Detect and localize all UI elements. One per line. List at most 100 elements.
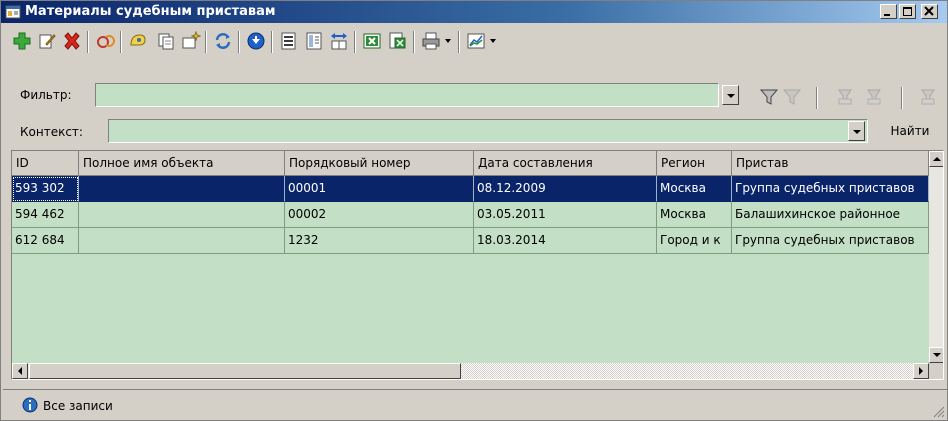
column-header-bailiff[interactable]: Пристав xyxy=(732,151,929,176)
column-header-number[interactable]: Порядковый номер xyxy=(285,151,474,176)
print-dropdown-icon[interactable] xyxy=(445,39,451,43)
close-button[interactable] xyxy=(921,4,938,19)
filter-add-icon xyxy=(838,89,852,105)
chart-dropdown-icon[interactable] xyxy=(490,39,496,43)
filter-button[interactable] xyxy=(759,87,779,107)
find-button[interactable]: Найти xyxy=(877,120,943,142)
cell-number: 1232 xyxy=(285,228,474,254)
chevron-down-icon xyxy=(933,353,941,357)
filter-edit-icon xyxy=(782,89,802,105)
scroll-down-button[interactable] xyxy=(929,347,943,363)
scroll-up-button[interactable] xyxy=(929,151,943,167)
scroll-right-button[interactable] xyxy=(913,363,929,379)
filter-dropdown-button[interactable] xyxy=(722,85,739,105)
cell-full-name xyxy=(79,202,285,228)
table-row[interactable]: 593 302 00001 08.12.2009 Москва Группа с… xyxy=(12,176,929,202)
title-bar[interactable]: Материалы судебным приставам xyxy=(1,1,947,23)
cell-id: 612 684 xyxy=(12,228,79,254)
fit-columns-button[interactable] xyxy=(328,30,350,52)
table-row[interactable]: 594 462 00002 03.05.2011 Москва Балашихи… xyxy=(12,202,929,228)
cell-id: 593 302 xyxy=(12,176,79,202)
scroll-left-button[interactable] xyxy=(12,363,28,379)
filter-add-button[interactable] xyxy=(835,87,855,107)
filter-remove-icon xyxy=(867,89,881,105)
filter-label: Фильтр: xyxy=(20,88,72,102)
list-view-icon xyxy=(281,32,296,50)
fit-columns-icon xyxy=(331,33,347,50)
toolbar xyxy=(3,25,947,77)
cell-bailiff: Группа судебных приставов xyxy=(732,176,929,202)
status-bar: Все записи xyxy=(3,389,947,420)
chevron-down-icon xyxy=(727,94,735,98)
data-grid: ID Полное имя объекта Порядковый номер Д… xyxy=(11,150,944,380)
chevron-left-icon xyxy=(18,367,22,375)
export-button[interactable] xyxy=(386,30,408,52)
table-row[interactable]: 612 684 1232 18.03.2014 Город и к Группа… xyxy=(12,228,929,254)
print-button[interactable] xyxy=(420,30,442,52)
cell-region: Москва xyxy=(657,202,732,228)
filter-remove-button[interactable] xyxy=(864,87,884,107)
properties-button[interactable] xyxy=(127,30,149,52)
copy-button[interactable] xyxy=(155,30,177,52)
cell-full-name xyxy=(79,176,285,202)
context-label: Контекст: xyxy=(20,125,83,139)
column-header-id[interactable]: ID xyxy=(12,151,79,176)
chart-icon xyxy=(467,33,485,49)
filter-separator xyxy=(816,87,818,109)
context-dropdown-button[interactable] xyxy=(848,121,865,141)
excel-button[interactable] xyxy=(361,30,383,52)
grid-body: ID Полное имя объекта Порядковый номер Д… xyxy=(12,151,929,363)
chevron-right-icon xyxy=(919,367,923,375)
filter-edit-button[interactable] xyxy=(782,87,802,107)
chart-button[interactable] xyxy=(465,30,487,52)
excel-icon xyxy=(363,33,381,49)
column-header-date[interactable]: Дата составления xyxy=(474,151,657,176)
list-view-button[interactable] xyxy=(278,30,300,52)
maximize-button[interactable] xyxy=(899,4,916,19)
edit-button[interactable] xyxy=(36,30,58,52)
toolbar-separator xyxy=(120,31,122,53)
cell-number: 00002 xyxy=(285,202,474,228)
filter-clear-button[interactable] xyxy=(918,87,938,107)
link-icon xyxy=(97,35,115,48)
copy-icon xyxy=(158,33,174,50)
cell-region: Москва xyxy=(657,176,732,202)
link-button[interactable] xyxy=(94,30,116,52)
toolbar-separator xyxy=(458,31,460,53)
properties-icon xyxy=(130,34,146,46)
horizontal-scroll-thumb[interactable] xyxy=(29,363,461,379)
delete-icon xyxy=(64,32,80,50)
column-header-region[interactable]: Регион xyxy=(657,151,732,176)
cell-date: 03.05.2011 xyxy=(474,202,657,228)
vertical-scrollbar[interactable] xyxy=(929,151,943,363)
column-view-icon xyxy=(306,32,322,50)
column-view-button[interactable] xyxy=(303,30,325,52)
cell-region: Город и к xyxy=(657,228,732,254)
info-icon xyxy=(22,397,38,413)
column-header-full-name[interactable]: Полное имя объекта xyxy=(79,151,285,176)
horizontal-scroll-track[interactable] xyxy=(461,363,912,379)
toolbar-separator xyxy=(413,31,415,53)
app-window-icon xyxy=(5,4,21,20)
toolbar-separator xyxy=(238,31,240,53)
filter-input[interactable] xyxy=(95,83,719,107)
down-arrow-button[interactable] xyxy=(245,30,267,52)
toolbar-separator xyxy=(87,31,89,53)
toolbar-separator xyxy=(271,31,273,53)
resize-grip-icon[interactable] xyxy=(931,404,945,418)
cell-number: 00001 xyxy=(285,176,474,202)
cell-bailiff: Балашихинское районное xyxy=(732,202,929,228)
edit-icon xyxy=(39,34,56,49)
cell-date: 08.12.2009 xyxy=(474,176,657,202)
horizontal-scrollbar[interactable] xyxy=(12,363,929,379)
add-button[interactable] xyxy=(11,30,33,52)
delete-button[interactable] xyxy=(61,30,83,52)
new-window-button[interactable] xyxy=(180,30,202,52)
scrollbar-corner xyxy=(929,363,943,379)
context-input[interactable] xyxy=(108,119,868,143)
chevron-down-icon xyxy=(853,130,861,134)
minimize-button[interactable] xyxy=(880,4,897,19)
window-title: Материалы судебным приставам xyxy=(25,4,276,19)
cell-id: 594 462 xyxy=(12,202,79,228)
refresh-button[interactable] xyxy=(212,30,234,52)
